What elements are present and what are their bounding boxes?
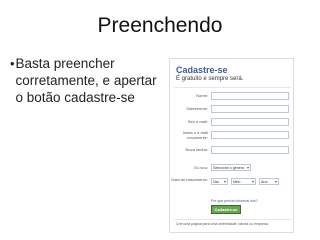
password-label: Nova senha: [185, 147, 208, 152]
email-confirm-label: Insira o e-mail novamente: [182, 130, 208, 140]
email-label: Seu e-mail: [187, 119, 208, 124]
password-row: Nova senha: [170, 145, 293, 156]
sex-label: Eu sou: [194, 165, 208, 170]
page-title: Preenchendo [97, 14, 223, 37]
month-select[interactable]: Mês: [231, 178, 256, 185]
email-confirm-input[interactable] [211, 131, 289, 139]
signup-heading: Cadastre-se [176, 65, 228, 75]
sex-select[interactable]: Selecione o gênero: [211, 164, 251, 171]
password-input[interactable] [211, 146, 289, 154]
last-name-input[interactable] [211, 105, 289, 113]
birthday-help-link[interactable]: Por que preciso informar isto? [211, 199, 258, 203]
first-name-input[interactable] [211, 92, 289, 100]
year-select[interactable]: Ano: [259, 178, 279, 185]
day-select[interactable]: Dia: [211, 178, 228, 185]
first-name-label: Nome: [196, 93, 208, 98]
bullet-item: • Basta preencher corretamente, e aperta… [10, 55, 160, 106]
birthday-label: Data de nascimento: [171, 177, 208, 182]
email-row: Seu e-mail: [170, 117, 293, 128]
divider [174, 87, 291, 88]
footer-divider [174, 219, 291, 220]
signup-subheading: É gratuito e sempre será. [176, 76, 244, 82]
bullet-text: Basta preencher corretamente, e apertar … [15, 56, 157, 105]
bullet-list: • Basta preencher corretamente, e aperta… [10, 55, 160, 106]
birthday-row: Data de nascimento: Dia: Mês: Ano: [170, 177, 293, 188]
email-confirm-row: Insira o e-mail novamente: [170, 130, 293, 141]
signup-button[interactable]: Cadastre-se [211, 205, 241, 214]
signup-screenshot: Cadastre-se É gratuito e sempre será. No… [169, 58, 294, 233]
email-input[interactable] [211, 118, 289, 126]
sex-row: Eu sou: Selecione o gênero: [170, 163, 293, 174]
last-name-label: Sobrenome: [186, 106, 208, 111]
last-name-row: Sobrenome: [170, 104, 293, 115]
create-page-link[interactable]: Crie uma página para uma celebridade, ba… [176, 222, 269, 226]
first-name-row: Nome: [170, 91, 293, 102]
